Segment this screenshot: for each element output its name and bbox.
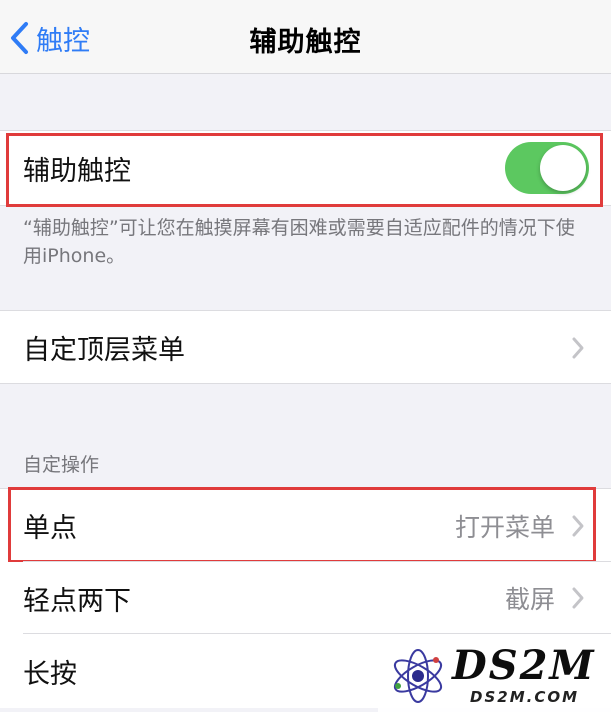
customize-top-level-menu-label: 自定顶层菜单 [23,334,185,366]
watermark-brand: DS2M [452,642,596,689]
watermark-url: DS2M.COM [470,688,580,706]
double-tap-value: 截屏 [504,585,555,614]
toggle-knob [540,145,586,191]
chevron-right-icon [572,515,584,537]
single-tap-row[interactable]: 单点 打开菜单 [0,488,611,562]
double-tap-row[interactable]: 轻点两下 截屏 [0,562,611,634]
long-press-label: 长按 [23,658,77,690]
chevron-right-icon [572,587,584,609]
navigation-bar: 触控 辅助触控 [0,0,611,74]
custom-actions-header: 自定操作 [23,454,100,476]
assistive-touch-label: 辅助触控 [23,155,131,187]
single-tap-value: 打开菜单 [454,512,555,542]
watermark: DS2M DS2M.COM [378,640,611,712]
atom-logo-icon [393,649,443,703]
assistive-touch-footer: “辅助触控”可让您在触摸屏幕有困难或需要自适应配件的情况下使用iPhone。 [23,217,575,267]
customize-top-level-menu-row[interactable]: 自定顶层菜单 [0,310,611,384]
chevron-right-icon [572,337,584,359]
assistive-touch-toggle[interactable] [505,142,589,194]
single-tap-label: 单点 [23,513,77,544]
double-tap-label: 轻点两下 [23,585,131,617]
page-title: 辅助触控 [249,27,362,58]
